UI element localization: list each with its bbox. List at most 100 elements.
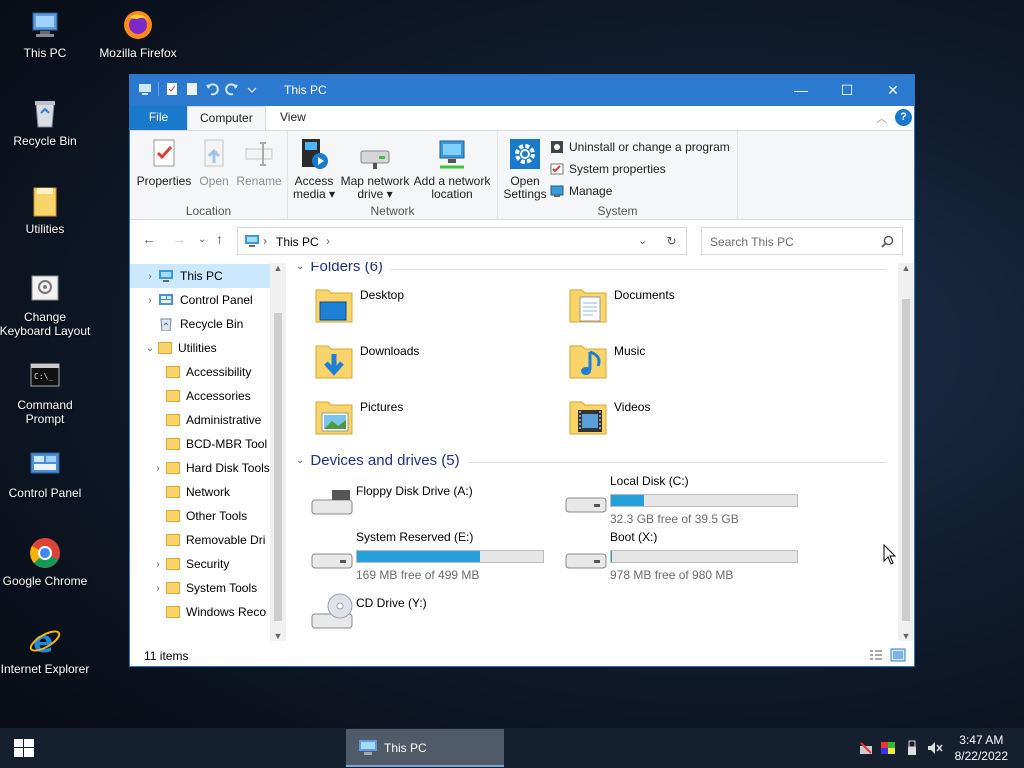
up-button[interactable]: ↑ [216, 231, 223, 247]
new-folder-icon[interactable] [185, 82, 199, 96]
drive-tile-local-disk-c[interactable]: Local Disk (C:) 32.3 GB free of 39.5 GB [564, 474, 814, 530]
videos-folder-icon [569, 401, 607, 435]
tab-view[interactable]: View [268, 106, 318, 130]
rename-button[interactable]: Rename [234, 135, 284, 188]
nav-item-system-tools[interactable]: › System Tools [130, 576, 286, 600]
close-button[interactable]: ✕ [870, 75, 914, 106]
undo-icon[interactable] [205, 82, 219, 96]
help-icon[interactable]: ? [895, 109, 912, 126]
expand-icon[interactable]: › [150, 559, 166, 570]
expand-icon[interactable]: › [142, 271, 158, 282]
scroll-down-icon[interactable]: ▼ [270, 631, 286, 641]
volume-muted-icon[interactable] [926, 740, 944, 756]
chevron-down-icon[interactable]: ⌄ [638, 234, 647, 247]
drive-tile-cd-y[interactable]: CD Drive (Y:) [310, 592, 560, 642]
add-network-location-button[interactable]: Add a network location [412, 135, 492, 201]
desktop-icon-keyboard-layout[interactable]: Change Keyboard Layout [0, 272, 93, 338]
scrollbar-thumb[interactable] [902, 299, 910, 621]
nav-item-removable-drives[interactable]: Removable Dri [130, 528, 286, 552]
system-properties-button[interactable]: System properties [550, 160, 666, 178]
forward-button[interactable]: → [172, 231, 186, 247]
address-bar[interactable]: › This PC › ⌄ [237, 227, 687, 255]
nav-item-security[interactable]: › Security [130, 552, 286, 576]
folder-tile-downloads[interactable]: Downloads [314, 340, 564, 390]
scroll-down-icon[interactable]: ▼ [898, 631, 914, 641]
desktop-icon-this-pc[interactable]: This PC [0, 8, 93, 60]
nav-item-recycle-bin[interactable]: Recycle Bin [130, 312, 286, 336]
folder-tile-documents[interactable]: Documents [568, 284, 818, 334]
nav-item-network[interactable]: Network [130, 480, 286, 504]
navigation-pane[interactable]: › This PC › Control Panel Recycle Bin ⌄ … [130, 262, 286, 642]
uninstall-program-button[interactable]: Uninstall or change a program [550, 138, 730, 156]
maximize-button[interactable]: ☐ [824, 75, 870, 106]
group-header-devices[interactable]: ⌄ Devices and drives (5) [296, 452, 460, 469]
open-settings-button[interactable]: Open Settings [502, 135, 548, 201]
breadcrumb-separator-icon[interactable]: › [326, 234, 330, 248]
breadcrumb[interactable]: This PC [276, 235, 319, 249]
nav-item-control-panel[interactable]: › Control Panel [130, 288, 286, 312]
taskbar-item-this-pc[interactable]: This PC [346, 729, 504, 767]
desktop-icon-command-prompt[interactable]: C:\_ Command Prompt [0, 360, 93, 426]
nav-item-administrative[interactable]: Administrative [130, 408, 286, 432]
nav-pane-scrollbar[interactable]: ▲ ▼ [270, 263, 286, 641]
clock[interactable]: 3:47 AM 8/22/2022 [955, 732, 1008, 764]
nav-item-windows-recovery[interactable]: Windows Reco [130, 600, 286, 624]
content-scrollbar[interactable]: ▲ ▼ [898, 263, 914, 641]
scrollbar-thumb[interactable] [274, 313, 282, 621]
details-view-icon[interactable] [868, 648, 884, 662]
desktop-icon-control-panel[interactable]: Control Panel [0, 448, 93, 500]
tab-computer[interactable]: Computer [187, 106, 266, 130]
usb-tray-icon[interactable] [904, 740, 920, 756]
network-tray-icon[interactable] [858, 740, 874, 756]
nav-item-accessories[interactable]: Accessories [130, 384, 286, 408]
desktop-icon-internet-explorer[interactable]: e Internet Explorer [0, 624, 93, 676]
properties-icon[interactable] [165, 82, 179, 96]
title-bar[interactable]: This PC — ☐ ✕ [130, 75, 914, 106]
drive-tile-boot-x[interactable]: Boot (X:) 978 MB free of 980 MB [564, 530, 814, 586]
refresh-button[interactable]: ↻ [657, 227, 687, 255]
start-button[interactable] [0, 728, 48, 768]
map-network-drive-button[interactable]: Map network drive ▾ [338, 135, 412, 201]
desktop-icon-chrome[interactable]: Google Chrome [0, 536, 93, 588]
nav-item-accessibility[interactable]: Accessibility [130, 360, 286, 384]
folder-tile-videos[interactable]: Videos [568, 396, 818, 446]
desktop-icon-utilities[interactable]: Utilities [0, 184, 93, 236]
drive-usage-fill [611, 495, 645, 506]
redo-icon[interactable] [225, 82, 239, 96]
collapse-ribbon-icon[interactable]: ︿ [876, 110, 887, 126]
folder-tile-music[interactable]: Music [568, 340, 818, 390]
collapse-icon[interactable]: ⌄ [296, 455, 304, 466]
collapse-icon[interactable]: ⌄ [296, 262, 304, 272]
folder-tile-pictures[interactable]: Pictures [314, 396, 564, 446]
expand-icon[interactable]: › [150, 463, 166, 474]
nav-item-hard-disk-tools[interactable]: › Hard Disk Tools [130, 456, 286, 480]
collapse-icon[interactable]: ⌄ [142, 343, 158, 354]
open-button[interactable]: Open [194, 135, 234, 188]
expand-icon[interactable]: › [142, 295, 158, 306]
desktop-icon-firefox[interactable]: Mozilla Firefox [90, 8, 186, 60]
search-input[interactable]: Search This PC [701, 227, 903, 255]
group-header-folders[interactable]: ⌄ Folders (6) [296, 262, 383, 275]
nav-item-bcd-mbr-tool[interactable]: BCD-MBR Tool [130, 432, 286, 456]
large-icons-view-icon[interactable] [890, 647, 906, 663]
manage-button[interactable]: Manage [550, 182, 612, 200]
drive-tile-floppy[interactable]: Floppy Disk Drive (A:) [310, 480, 560, 530]
nav-item-other-tools[interactable]: Other Tools [130, 504, 286, 528]
recent-locations-button[interactable]: ⌄ [198, 234, 206, 245]
tab-file[interactable]: File [130, 106, 187, 130]
folder-tile-desktop[interactable]: Desktop [314, 284, 564, 334]
scroll-up-icon[interactable]: ▲ [898, 263, 914, 273]
properties-button[interactable]: Properties [136, 135, 192, 188]
access-media-button[interactable]: Access media ▾ [292, 135, 336, 201]
minimize-button[interactable]: — [778, 75, 824, 106]
chevron-down-icon[interactable] [245, 82, 259, 96]
nav-item-utilities[interactable]: ⌄ Utilities [130, 336, 286, 360]
desktop-icon-recycle-bin[interactable]: Recycle Bin [0, 96, 93, 148]
nav-item-this-pc[interactable]: › This PC [130, 264, 286, 288]
content-area[interactable]: ⌄ Folders (6) Desktop Documents Download… [290, 262, 898, 642]
display-tray-icon[interactable] [880, 740, 896, 756]
back-button[interactable]: ← [142, 231, 156, 247]
scroll-up-icon[interactable]: ▲ [270, 263, 286, 273]
drive-tile-system-reserved-e[interactable]: System Reserved (E:) 169 MB free of 499 … [310, 530, 560, 586]
expand-icon[interactable]: › [150, 583, 166, 594]
